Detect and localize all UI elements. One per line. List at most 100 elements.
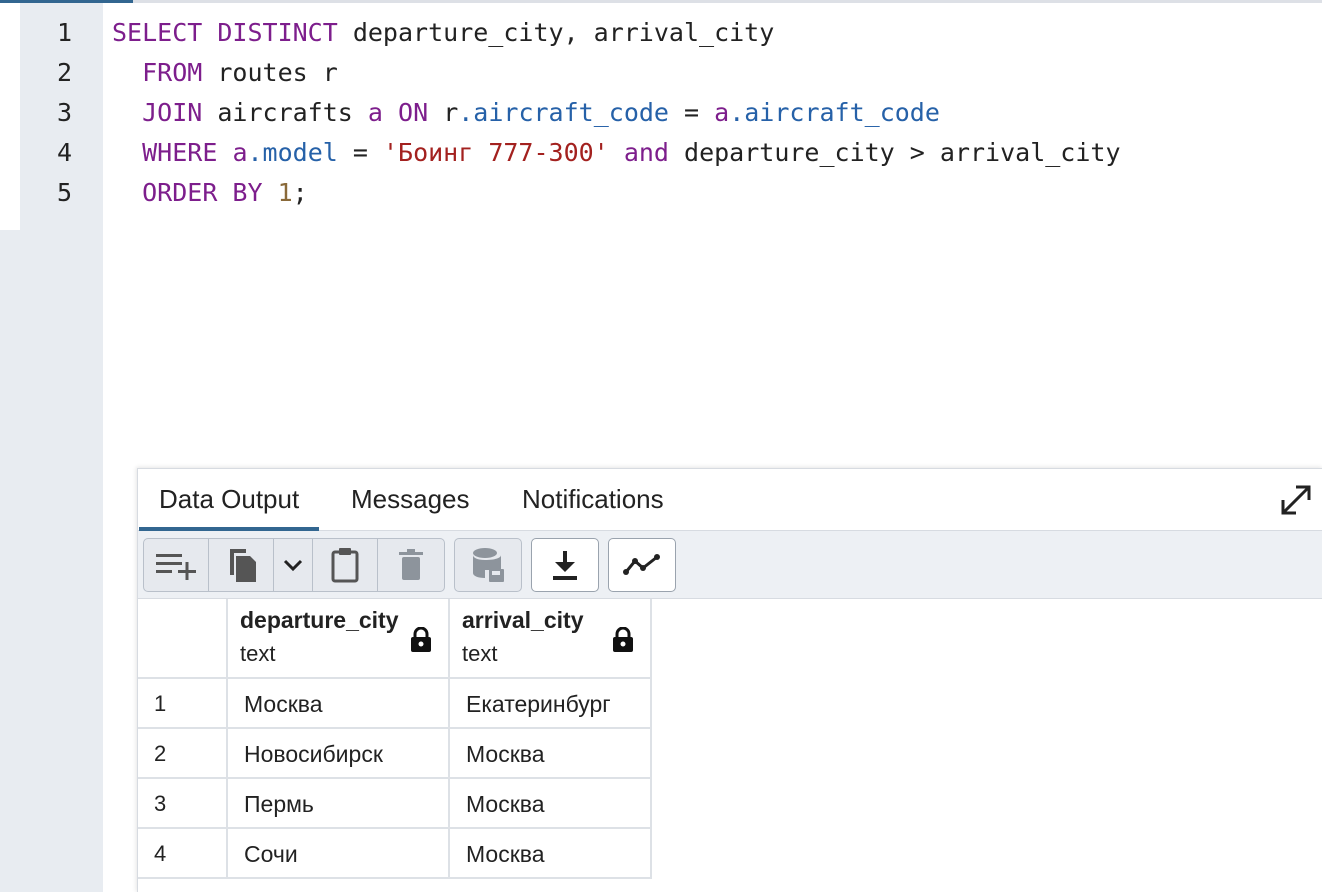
tab-data-output[interactable]: Data Output	[138, 469, 320, 531]
query-tool: 1 SELECT DISTINCT departure_city, arrival…	[0, 0, 1322, 892]
add-row-icon	[156, 554, 196, 580]
code-text[interactable]: FROM routes r	[112, 53, 338, 93]
column-type: text	[240, 641, 276, 666]
data-cell[interactable]: Москва	[450, 779, 652, 829]
code-token: ;	[292, 178, 308, 207]
row-number-cell[interactable]: 2	[138, 729, 228, 779]
row-number: 1	[154, 691, 167, 716]
code-token: r	[428, 98, 459, 127]
line-number: 3	[56, 98, 72, 127]
data-cell[interactable]: Москва	[228, 679, 450, 729]
code-token: .aircraft_code	[729, 98, 940, 127]
paste-icon	[331, 548, 359, 583]
code-token: aircrafts	[202, 98, 368, 127]
left-edge	[0, 0, 20, 892]
save-data-icon	[473, 548, 504, 582]
tab-messages[interactable]: Messages	[351, 469, 470, 530]
code-token: .aircraft_code	[458, 98, 669, 127]
cell-value: Москва	[244, 691, 323, 717]
edit-button-group	[143, 538, 445, 592]
cell-value: Сочи	[244, 841, 298, 867]
data-cell[interactable]: Екатеринбург	[450, 679, 652, 729]
code-token: 1	[277, 178, 293, 207]
results-toolbar	[138, 531, 1322, 599]
cell-value: Москва	[466, 741, 545, 767]
code-token: a	[232, 138, 248, 167]
copy-options-dropdown[interactable]	[274, 539, 313, 591]
code-text[interactable]: SELECT DISTINCT departure_city, arrival_…	[112, 13, 774, 53]
code-token: routes r	[202, 58, 338, 87]
line-number: 1	[56, 18, 72, 47]
code-token: WHERE	[142, 138, 218, 167]
save-data-button[interactable]	[455, 539, 521, 591]
column-header-arrival-city[interactable]: arrival_city text	[450, 599, 652, 679]
graph-group	[608, 538, 676, 592]
top-tab-strip	[0, 0, 1322, 3]
code-line[interactable]: 2 FROM routes r	[20, 53, 1322, 93]
download-icon	[553, 551, 577, 580]
maximize-panel-button[interactable]	[1279, 483, 1313, 517]
data-cell[interactable]: Сочи	[228, 829, 450, 879]
row-number-cell[interactable]: 3	[138, 779, 228, 829]
row-number: 4	[154, 841, 167, 866]
lock-icon	[411, 627, 431, 652]
graph-icon	[623, 554, 660, 575]
data-cell[interactable]: Москва	[450, 729, 652, 779]
cell-value: Москва	[466, 791, 545, 817]
code-token: =	[668, 98, 715, 127]
column-header-departure-city[interactable]: departure_citytext	[228, 599, 450, 679]
chevron-down-icon	[283, 559, 303, 572]
results-panel: Data Output Messages Notifications depar…	[137, 468, 1322, 892]
delete-button[interactable]	[378, 539, 444, 591]
download-csv-button[interactable]	[532, 539, 598, 591]
tab-notifications[interactable]: Notifications	[522, 469, 664, 530]
code-token: FROM	[142, 58, 203, 87]
cell-value: Екатеринбург	[466, 691, 611, 717]
save-data-group	[454, 538, 522, 592]
row-number-cell[interactable]: 1	[138, 679, 228, 729]
row-number: 3	[154, 791, 167, 816]
download-group	[531, 538, 599, 592]
code-text[interactable]: ORDER BY 1;	[112, 173, 308, 213]
data-cell[interactable]: Пермь	[228, 779, 450, 829]
graph-visualiser-button[interactable]	[609, 539, 675, 591]
code-line[interactable]: 3 JOIN aircrafts a ON r.aircraft_code = …	[20, 93, 1322, 133]
column-name: departure_city	[240, 607, 399, 633]
delete-icon	[399, 549, 423, 580]
code-token: SELECT DISTINCT	[112, 18, 338, 47]
code-token: .model	[247, 138, 338, 167]
paste-button[interactable]	[313, 539, 378, 591]
line-number: 2	[56, 58, 72, 87]
code-token: departure_city, arrival_city	[337, 18, 775, 47]
lock-icon	[613, 627, 633, 652]
code-line[interactable]: 5 ORDER BY 1;	[20, 173, 1322, 213]
copy-button[interactable]	[209, 539, 274, 591]
row-number-cell[interactable]: 4	[138, 829, 228, 879]
code-text[interactable]: JOIN aircrafts a ON r.aircraft_code = a.…	[112, 93, 940, 133]
data-cell[interactable]: Москва	[450, 829, 652, 879]
cell-value: Москва	[466, 841, 545, 867]
code-token: ON	[398, 98, 429, 127]
row-number: 2	[154, 741, 167, 766]
code-text[interactable]: WHERE a.model = 'Боинг 777-300' and depa…	[112, 133, 1121, 173]
code-token: =	[337, 138, 383, 167]
code-line[interactable]: 1 SELECT DISTINCT departure_city, arrival…	[20, 13, 1322, 53]
copy-icon	[230, 549, 256, 582]
data-cell[interactable]: Новосибирск	[228, 729, 450, 779]
cell-value: Новосибирск	[244, 741, 383, 767]
code-token: a	[714, 98, 730, 127]
code-token: departure_city > arrival_city	[668, 138, 1121, 167]
row-number-header[interactable]	[138, 599, 228, 679]
column-type: text	[462, 641, 498, 666]
add-row-button[interactable]	[144, 539, 209, 591]
code-line[interactable]: 4 WHERE a.model = 'Боинг 777-300' and de…	[20, 133, 1322, 173]
results-tabs: Data Output Messages Notifications	[138, 469, 1322, 531]
code-token: JOIN	[142, 98, 203, 127]
code-token: a	[367, 98, 383, 127]
